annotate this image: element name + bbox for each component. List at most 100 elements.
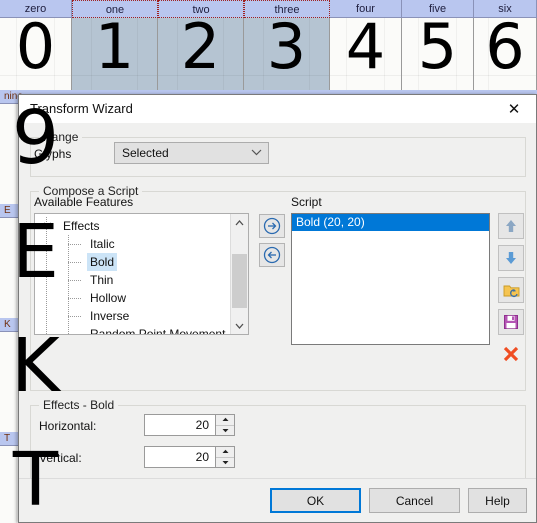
chevron-down-icon [244, 148, 268, 159]
spin-up-icon[interactable] [216, 447, 234, 458]
column-header-six[interactable]: six [474, 0, 537, 18]
column-header-four[interactable]: four [330, 0, 402, 18]
glyph-char: 2 [180, 18, 221, 83]
available-features-tree[interactable]: Effects Italic Bold Thin Hollow Inverse … [34, 213, 249, 335]
tree-node-random-point-movement[interactable]: Random Point Movement [35, 325, 231, 335]
glyph-char: 9 [11, 104, 60, 181]
column-header-one[interactable]: one [72, 0, 158, 18]
glyph-char: K [11, 332, 60, 409]
glyph-cell-2[interactable]: 2 [158, 18, 244, 90]
glyph-cell-1[interactable]: 1 [72, 18, 158, 90]
close-icon[interactable]: ✕ [492, 95, 536, 122]
move-up-button[interactable] [498, 213, 524, 239]
sidebearing-right-guide [137, 18, 139, 90]
scroll-thumb[interactable] [232, 254, 247, 308]
glyph-row-0: 0 1 2 3 4 5 6 [0, 18, 537, 90]
glyph-char: 1 [94, 18, 135, 83]
tree-guide-line [68, 316, 82, 317]
delete-script-button[interactable] [498, 341, 524, 367]
arrow-left-circle-icon [263, 246, 281, 264]
glyph-char: 5 [417, 18, 458, 83]
red-x-delete-icon [503, 346, 519, 362]
spin-down-icon[interactable] [216, 458, 234, 468]
arrow-up-icon [506, 220, 516, 232]
sidebearing-left-guide [90, 18, 92, 90]
glyph-char: 0 [15, 18, 56, 83]
glyph-cell-6[interactable]: 6 [474, 18, 537, 90]
arrow-down-icon [506, 252, 516, 264]
scroll-up-icon[interactable] [231, 214, 248, 231]
save-script-button[interactable] [498, 309, 524, 335]
remove-from-script-button[interactable] [259, 243, 285, 267]
tree-node-hollow[interactable]: Hollow [35, 289, 231, 307]
glyph-char: E [12, 218, 59, 295]
arrow-right-circle-icon [263, 217, 281, 235]
column-header-three[interactable]: three [244, 0, 330, 18]
script-listbox[interactable]: Bold (20, 20) [291, 213, 490, 345]
glyph-char: 3 [266, 18, 307, 83]
sidebearing-right-guide [223, 18, 225, 90]
horizontal-label: Horizontal: [39, 419, 97, 433]
script-label: Script [291, 195, 322, 209]
tree-guide-line [68, 334, 82, 335]
tree-guide-line [68, 262, 82, 263]
add-to-script-button[interactable] [259, 214, 285, 238]
tree-node-italic[interactable]: Italic [35, 235, 231, 253]
vertical-spin-buttons[interactable] [215, 447, 234, 467]
tree-node-label: Inverse [90, 309, 130, 323]
glyph-cell-3[interactable]: 3 [244, 18, 330, 90]
horizontal-value[interactable]: 20 [145, 415, 215, 435]
tree-node-label: Bold [87, 253, 118, 271]
sidebearing-left-guide [262, 18, 264, 90]
tree-guide-line [68, 280, 82, 281]
help-button[interactable]: Help [468, 488, 527, 513]
tree-guide-line [68, 298, 82, 299]
cancel-button[interactable]: Cancel [369, 488, 460, 513]
tree-node-label: Random Point Movement [90, 327, 226, 335]
glyph-char: T [12, 446, 59, 523]
vertical-value[interactable]: 20 [145, 447, 215, 467]
glyph-char: 6 [485, 18, 525, 83]
vertical-spinner[interactable]: 20 [144, 446, 235, 468]
grid-column-header-row: zero one two three four five six [0, 0, 537, 18]
tree-node-label: Italic [90, 237, 115, 251]
tree-guide-line [68, 244, 82, 245]
scroll-down-icon[interactable] [231, 317, 248, 334]
script-list-item[interactable]: Bold (20, 20) [292, 214, 489, 231]
column-header-five[interactable]: five [402, 0, 474, 18]
horizontal-spin-buttons[interactable] [215, 415, 234, 435]
glyph-cell-5[interactable]: 5 [402, 18, 474, 90]
tree-node-label: Hollow [90, 291, 127, 305]
column-header-two[interactable]: two [158, 0, 244, 18]
dialog-body: Range Glyphs Selected Compose a Script A… [19, 123, 536, 505]
tree-node-label: Effects [63, 219, 100, 233]
tree-node-inverse[interactable]: Inverse [35, 307, 231, 325]
floppy-save-icon [504, 315, 518, 329]
folder-open-icon [503, 285, 519, 297]
horizontal-spinner[interactable]: 20 [144, 414, 235, 436]
spin-down-icon[interactable] [216, 426, 234, 436]
transform-wizard-dialog: Transform Wizard ✕ Range Glyphs Selected… [18, 94, 537, 523]
glyph-cell-4[interactable]: 4 [330, 18, 402, 90]
dialog-titlebar[interactable]: Transform Wizard ✕ [19, 95, 536, 124]
glyph-cell-0[interactable]: 0 [0, 18, 72, 90]
tree-content: Effects Italic Bold Thin Hollow Inverse … [35, 214, 231, 334]
glyph-char: 4 [345, 18, 386, 83]
sidebearing-right-guide [309, 18, 311, 90]
tree-node-bold[interactable]: Bold [35, 253, 231, 271]
column-header-zero[interactable]: zero [0, 0, 72, 18]
tree-node-label: Thin [90, 273, 114, 287]
tree-vertical-scrollbar[interactable] [230, 214, 248, 334]
range-groupbox: Range [30, 130, 526, 177]
dialog-footer: OK Cancel Help [19, 478, 536, 522]
glyphs-select-value: Selected [122, 146, 169, 160]
tree-node-thin[interactable]: Thin [35, 271, 231, 289]
move-down-button[interactable] [498, 245, 524, 271]
glyphs-select[interactable]: Selected [114, 142, 269, 164]
sidebearing-left-guide [176, 18, 178, 90]
ok-button[interactable]: OK [270, 488, 361, 513]
tree-node-effects[interactable]: Effects [35, 217, 231, 235]
available-features-label: Available Features [34, 195, 134, 209]
spin-up-icon[interactable] [216, 415, 234, 426]
open-script-button[interactable] [498, 277, 524, 303]
